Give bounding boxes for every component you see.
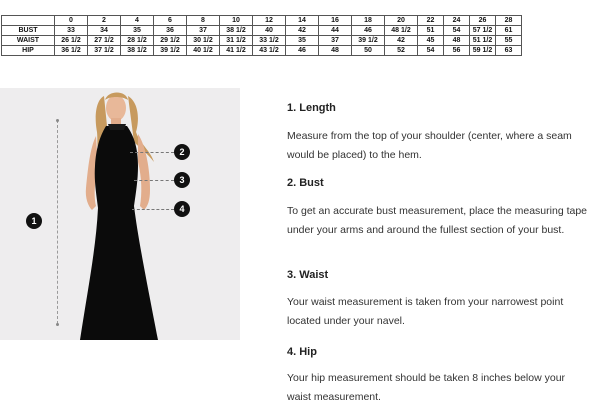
waist-marker: 3 [174, 172, 190, 188]
table-cell: 51 [417, 25, 444, 36]
table-cell: 37 1/2 [87, 45, 121, 56]
table-cell: 46 [285, 45, 319, 56]
table-cell: 54 [417, 45, 444, 56]
waist-description: Your waist measurement is taken from you… [287, 296, 564, 327]
table-cell: 43 1/2 [252, 45, 286, 56]
table-cell: 42 [285, 25, 319, 36]
hip-title: 4. Hip [287, 346, 317, 358]
table-cell: 50 [351, 45, 385, 56]
size-header-cell: 12 [252, 15, 286, 26]
hip-marker: 4 [174, 201, 190, 217]
size-chart-table: 0 2 4 6 8 10 12 14 16 18 20 22 24 26 28 BUST 33 34 35 36 37 3… [1, 15, 522, 56]
table-cell: 36 1/2 [54, 45, 88, 56]
table-cell: 40 1/2 [186, 45, 220, 56]
size-header-cell: 20 [384, 15, 418, 26]
table-cell: 39 1/2 [153, 45, 187, 56]
bust-marker: 2 [174, 144, 190, 160]
length-title: 1. Length [287, 102, 336, 114]
table-cell: 57 1/2 [469, 25, 496, 36]
table-cell: 38 1/2 [219, 25, 253, 36]
table-cell: 44 [318, 25, 352, 36]
table-row: HIP 36 1/2 37 1/2 38 1/2 39 1/2 40 1/2 41 1/2 4… [1, 45, 522, 56]
table-cell: 34 [87, 25, 121, 36]
table-cell: 35 [285, 35, 319, 46]
hip-description: Your hip measurement should be taken 8 i… [287, 372, 566, 403]
table-cell: 29 1/2 [153, 35, 187, 46]
table-cell: 51 1/2 [469, 35, 496, 46]
waist-pointer-line [134, 180, 174, 181]
table-cell: 31 1/2 [219, 35, 253, 46]
length-top-tick [56, 119, 59, 122]
table-cell: 63 [495, 45, 522, 56]
table-cell: 37 [318, 35, 352, 46]
size-header-cell: 10 [219, 15, 253, 26]
table-cell: 27 1/2 [87, 35, 121, 46]
table-cell: 46 [351, 25, 385, 36]
table-cell: 55 [495, 35, 522, 46]
length-bottom-tick [56, 323, 59, 326]
size-header-cell: 4 [120, 15, 154, 26]
table-cell: 56 [443, 45, 470, 56]
table-cell: 35 [120, 25, 154, 36]
table-cell: 33 [54, 25, 88, 36]
size-header-cell: 18 [351, 15, 385, 26]
table-cell: 48 [318, 45, 352, 56]
size-header-cell: 2 [87, 15, 121, 26]
size-header-cell: 24 [443, 15, 470, 26]
size-header-cell: 16 [318, 15, 352, 26]
bust-pointer-line [130, 152, 174, 153]
table-cell: 52 [384, 45, 418, 56]
table-row: WAIST 26 1/2 27 1/2 28 1/2 29 1/2 30 1/2 31 1/… [1, 35, 522, 46]
table-cell: 45 [417, 35, 444, 46]
bust-title: 2. Bust [287, 177, 324, 189]
table-cell: 48 [443, 35, 470, 46]
table-cell: 30 1/2 [186, 35, 220, 46]
table-cell: 26 1/2 [54, 35, 88, 46]
table-cell: 42 [384, 35, 418, 46]
size-header-cell: 8 [186, 15, 220, 26]
table-cell: 48 1/2 [384, 25, 418, 36]
row-label: BUST [1, 25, 55, 36]
size-header-cell: 28 [495, 15, 522, 26]
table-cell: 39 1/2 [351, 35, 385, 46]
table-cell: 59 1/2 [469, 45, 496, 56]
table-corner-cell [1, 15, 55, 26]
length-marker: 1 [26, 213, 42, 229]
row-label: HIP [1, 45, 55, 56]
table-cell: 41 1/2 [219, 45, 253, 56]
model-figure-panel: 1 2 3 4 [0, 88, 240, 340]
size-header-cell: 22 [417, 15, 444, 26]
table-row: BUST 33 34 35 36 37 38 1/2 40 42 44 46 48 1/2 51 54 57… [1, 25, 522, 36]
table-cell: 61 [495, 25, 522, 36]
table-cell: 54 [443, 25, 470, 36]
table-cell: 40 [252, 25, 286, 36]
table-cell: 33 1/2 [252, 35, 286, 46]
row-label: WAIST [1, 35, 55, 46]
table-cell: 37 [186, 25, 220, 36]
length-description: Measure from the top of your shoulder (c… [287, 130, 572, 161]
length-measure-line [57, 120, 58, 324]
table-cell: 36 [153, 25, 187, 36]
size-header-row: 0 2 4 6 8 10 12 14 16 18 20 22 24 26 28 [1, 15, 522, 26]
size-header-cell: 14 [285, 15, 319, 26]
size-header-cell: 0 [54, 15, 88, 26]
hip-pointer-line [132, 209, 174, 210]
bust-description: To get an accurate bust measurement, pla… [287, 205, 588, 236]
table-cell: 38 1/2 [120, 45, 154, 56]
table-cell: 28 1/2 [120, 35, 154, 46]
waist-title: 3. Waist [287, 269, 329, 281]
size-header-cell: 26 [469, 15, 496, 26]
size-header-cell: 6 [153, 15, 187, 26]
